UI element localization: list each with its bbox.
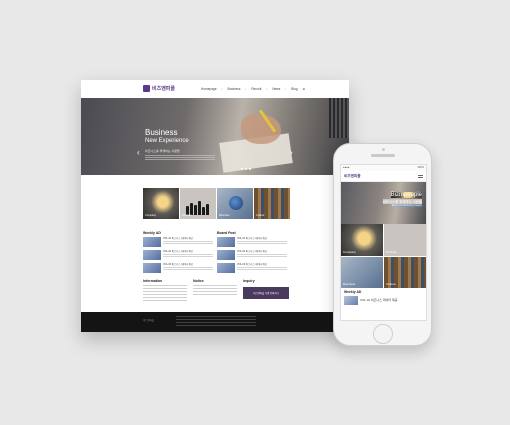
nav-separator: / [245, 87, 247, 91]
footer-logo: 비즈앤피플 [143, 319, 154, 322]
mobile-weekly-title: Weekly AD [344, 290, 362, 294]
logo-icon [143, 85, 150, 93]
chevron-left-icon[interactable]: ‹ [137, 148, 140, 157]
thumbnail [217, 237, 235, 247]
nav-item-business[interactable]: Business [227, 87, 240, 91]
mobile-category-tiles: Company Portfolio Business Culture [341, 224, 426, 288]
thumbnail [217, 263, 235, 273]
desktop-header: 비즈앤피플 Homepage / Business / Recruit / Ne… [81, 80, 349, 98]
speaker-grille [371, 154, 395, 157]
camera-icon [382, 148, 385, 151]
hero-title: Business [145, 128, 178, 137]
board-post-list: VOL.01 비즈니스 데이터 제공 VOL.02 비즈니스 데이터 제공 VO… [217, 237, 287, 276]
carousel-dots [241, 168, 251, 170]
thumbnail [344, 296, 358, 305]
inquiry-title: Inquiry [243, 279, 255, 283]
nav-item-blog[interactable]: Blog [291, 87, 297, 91]
nav-item-homepage[interactable]: Homepage [201, 87, 217, 91]
hero-banner: Business New Experience 비즈니스를 위해하는 사람들 ‹… [81, 98, 349, 175]
mobile-weekly-section: Weekly AD VOL.01 비즈니스 데이터 제공 [341, 288, 426, 307]
notice-text-block [193, 285, 237, 295]
hero-subtitle: New Experience [145, 138, 189, 144]
mobile-logo[interactable]: 비즈앤피플 [344, 174, 361, 179]
phone-screen: ●●●● 100% 비즈앤피플 Bizmpeople 비즈니스를 위해하는 사람… [340, 164, 427, 321]
thumbnail [217, 250, 235, 260]
nav-separator: / [221, 87, 223, 91]
mobile-header: 비즈앤피플 [341, 171, 426, 182]
mobile-hero-banner: Bizmpeople 비즈니스를 위해하는 사람들 Business Marke… [341, 182, 426, 224]
desktop-nav: Homepage / Business / Recruit / News / B… [201, 87, 305, 91]
mobile-tile-portfolio[interactable]: Portfolio [384, 224, 426, 256]
mobile-hero-title: Bizmpeople [390, 192, 422, 198]
nav-separator: / [266, 87, 268, 91]
desktop-mockup: 비즈앤피플 Homepage / Business / Recruit / Ne… [81, 80, 349, 332]
inquiry-button[interactable]: 비즈앤피플 가맹 문의하기 [243, 287, 289, 299]
thumbnail [143, 237, 161, 247]
nav-item-recruit[interactable]: Recruit [251, 87, 261, 91]
list-item[interactable]: VOL.01 비즈니스 데이터 제공 [217, 237, 287, 247]
weekly-ad-title: Weekly AD [143, 231, 161, 235]
thumbnail [143, 263, 161, 273]
notice-title: Notice [193, 279, 204, 283]
nav-separator: / [285, 87, 287, 91]
list-item[interactable]: VOL.01 비즈니스 데이터 제공 [143, 237, 213, 247]
tile-culture[interactable]: Culture [254, 188, 290, 219]
carousel-dot[interactable] [241, 168, 243, 170]
home-button[interactable] [373, 324, 393, 344]
list-item[interactable]: VOL.01 비즈니스 데이터 제공 [344, 296, 423, 305]
carousel-dot[interactable] [245, 168, 247, 170]
hero-description-lines [145, 154, 215, 160]
mobile-tile-company[interactable]: Company [341, 224, 383, 256]
keyboard-image [329, 98, 349, 138]
hero-korean-text: 비즈니스를 위해하는 사람들 [145, 149, 180, 153]
tile-company[interactable]: Company [143, 188, 179, 219]
mobile-tile-business[interactable]: Business [341, 256, 383, 288]
list-item[interactable]: VOL.02 비즈니스 데이터 제공 [217, 250, 287, 260]
chess-pieces-image [186, 201, 209, 215]
grid-menu-icon[interactable]: ⊞ [303, 87, 306, 91]
list-item[interactable]: VOL.03 비즈니스 데이터 제공 [217, 263, 287, 273]
weekly-ad-list: VOL.01 비즈니스 데이터 제공 VOL.02 비즈니스 데이터 제공 VO… [143, 237, 213, 276]
list-item[interactable]: VOL.03 비즈니스 데이터 제공 [143, 263, 213, 273]
tile-portfolio[interactable]: Portfolio [180, 188, 216, 219]
tile-business[interactable]: Business [217, 188, 253, 219]
nav-item-news[interactable]: News [272, 87, 280, 91]
board-post-title: Board Post [217, 231, 236, 235]
carousel-dot[interactable] [249, 168, 251, 170]
list-item[interactable]: VOL.02 비즈니스 데이터 제공 [143, 250, 213, 260]
mobile-hero-small: Business Marketing People [391, 204, 422, 207]
information-text-block [143, 285, 187, 301]
thumbnail [143, 250, 161, 260]
information-title: Information [143, 279, 163, 283]
category-tiles: Company Portfolio Business Culture [143, 188, 290, 219]
desktop-logo[interactable]: 비즈앤피플 [143, 85, 175, 93]
hamburger-menu-icon[interactable] [418, 174, 423, 178]
mobile-tile-culture[interactable]: Culture [384, 256, 426, 288]
footer: 비즈앤피플 [81, 312, 349, 332]
signal-indicator: ●●●● [343, 166, 350, 169]
footer-text-lines [176, 316, 256, 326]
battery-indicator: 100% [417, 166, 424, 169]
globe-image [229, 196, 243, 210]
chevron-right-icon[interactable]: › [290, 148, 293, 157]
phone-mockup: ●●●● 100% 비즈앤피플 Bizmpeople 비즈니스를 위해하는 사람… [333, 143, 432, 346]
